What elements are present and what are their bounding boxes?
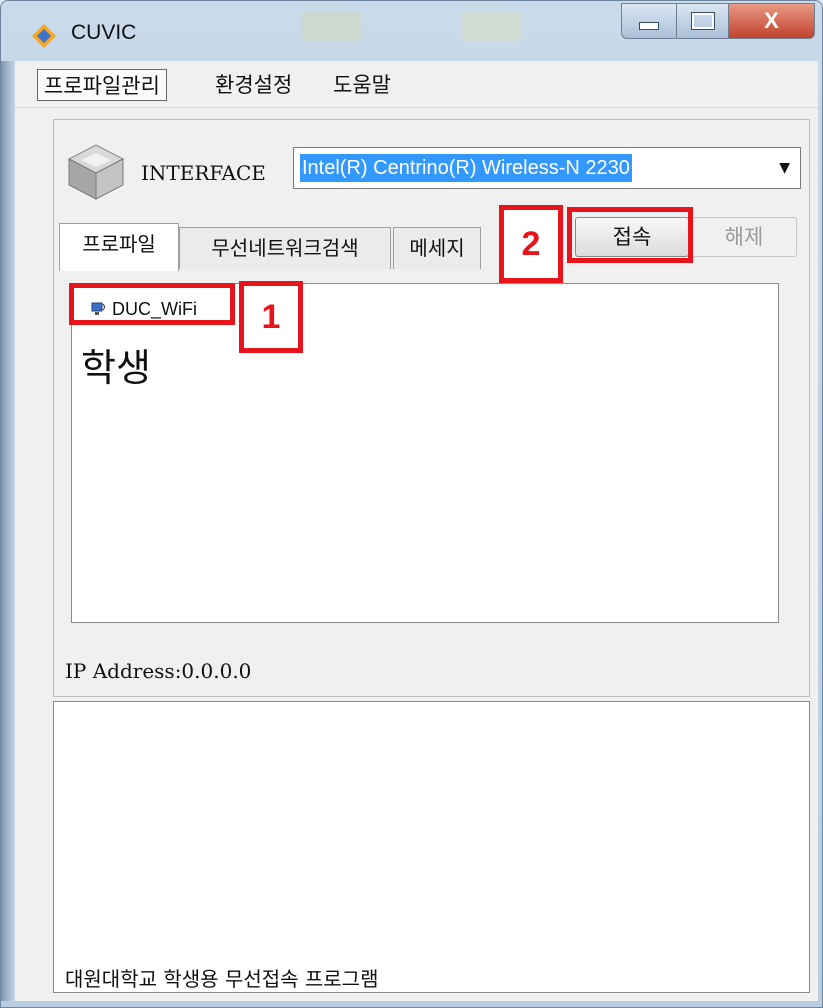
maximize-button[interactable] — [677, 3, 729, 39]
close-button[interactable]: X — [729, 3, 815, 39]
disconnect-button[interactable]: 해제 — [691, 217, 797, 257]
profile-list[interactable]: DUC_WiFi — [71, 283, 779, 623]
interface-icon — [67, 144, 125, 200]
annotation-box-profile — [69, 283, 235, 325]
close-icon: X — [764, 8, 779, 33]
interface-selected-value: Intel(R) Centrino(R) Wireless-N 2230 — [300, 154, 632, 182]
minimize-button[interactable] — [621, 3, 677, 39]
tab-profile[interactable]: 프로파일 — [59, 223, 179, 271]
background-blur — [301, 11, 361, 41]
background-blur — [461, 11, 521, 41]
menu-bar: 프로파일관리 환경설정 도움말 — [15, 61, 818, 108]
student-overlay-label: 학생 — [81, 346, 151, 390]
background-strip — [1, 61, 15, 1001]
app-window: CUVIC X 프로파일관리 환경설정 도움말 INTERFACE Intel(… — [0, 0, 823, 1008]
client-area: 프로파일관리 환경설정 도움말 INTERFACE Intel(R) Centr… — [15, 61, 818, 1001]
footer-text: 대원대학교 학생용 무선접속 프로그램 — [65, 967, 379, 991]
annotation-box-connect — [567, 207, 693, 263]
caption-buttons: X — [621, 3, 815, 41]
menu-help[interactable]: 도움말 — [333, 69, 391, 101]
interface-label: INTERFACE — [141, 161, 266, 185]
ip-address-label: IP Address:0.0.0.0 — [65, 659, 252, 683]
annotation-number-1: 1 — [239, 281, 303, 353]
title-bar[interactable]: CUVIC X — [1, 1, 823, 61]
menu-settings[interactable]: 환경설정 — [215, 69, 292, 101]
annotation-number-2: 2 — [499, 205, 563, 283]
minimize-icon — [639, 22, 659, 30]
maximize-icon — [690, 12, 715, 30]
interface-select[interactable]: Intel(R) Centrino(R) Wireless-N 2230 ▼ — [293, 147, 801, 189]
dropdown-arrow-icon[interactable]: ▼ — [779, 160, 790, 176]
menu-profile-management[interactable]: 프로파일관리 — [37, 69, 167, 101]
tab-wireless-search[interactable]: 무선네트워크검색 — [179, 227, 391, 269]
app-logo-icon — [32, 24, 56, 48]
status-log-box — [53, 701, 810, 993]
window-title: CUVIC — [71, 21, 137, 44]
tab-messages[interactable]: 메세지 — [393, 227, 481, 269]
